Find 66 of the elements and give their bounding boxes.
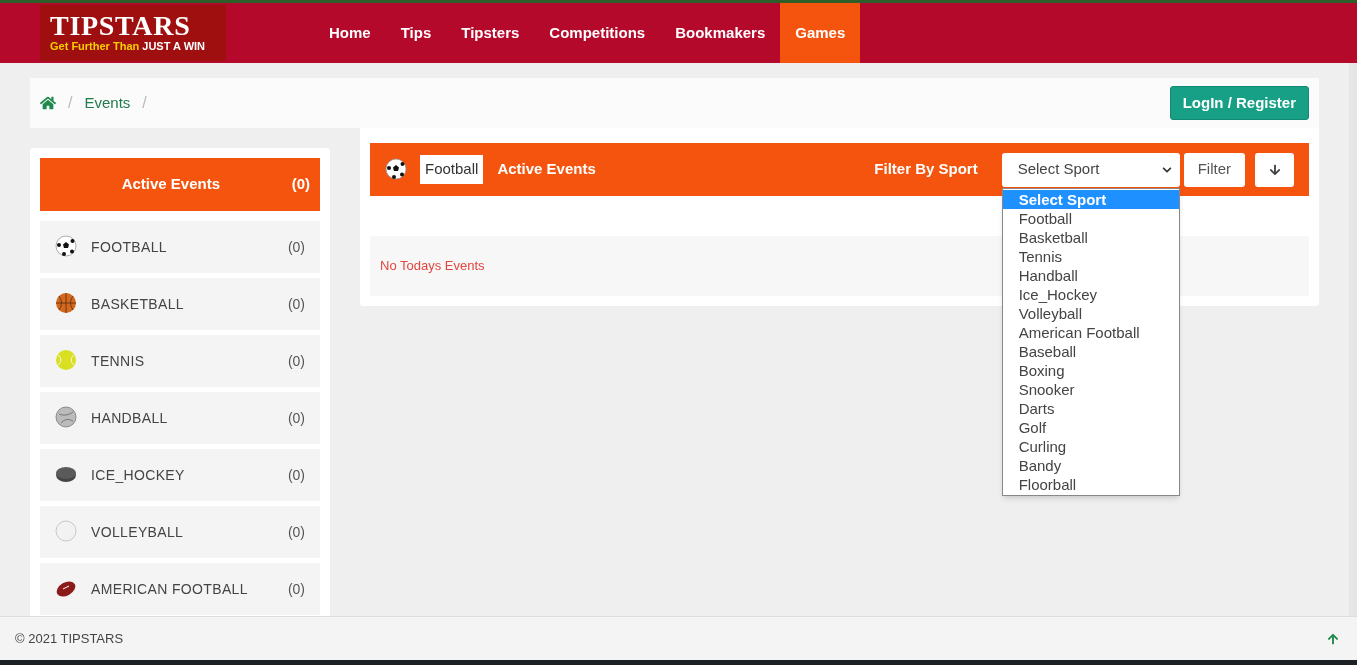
- sport-name: HANDBALL: [91, 408, 169, 428]
- header-count: (0): [291, 174, 310, 195]
- nav-link[interactable]: Tips: [385, 3, 447, 63]
- nav-link[interactable]: Competitions: [534, 3, 661, 63]
- sport-count: (0): [287, 465, 305, 485]
- breadcrumb-link[interactable]: Events: [84, 91, 131, 115]
- volleyball-icon: [55, 520, 79, 544]
- sport-name: AMERICAN FOOTBALL: [91, 579, 249, 599]
- nav-link[interactable]: Tipsters: [446, 3, 535, 63]
- dropdown-option[interactable]: Ice_Hockey: [1002, 284, 1179, 304]
- filter-button[interactable]: Filter: [1183, 152, 1245, 187]
- nav-link[interactable]: Home: [314, 3, 386, 63]
- sport-name: TENNIS: [91, 351, 146, 371]
- sport-list-item[interactable]: TENNIS (0): [40, 335, 320, 387]
- copyright-text: © 2021 TIPSTARS: [15, 629, 124, 648]
- sport-list-item[interactable]: HANDBALL (0): [40, 392, 320, 444]
- sport-list-item[interactable]: ICE_HOCKEY (0): [40, 449, 320, 501]
- sport-count: (0): [287, 351, 305, 371]
- sport-name: FOOTBALL: [91, 237, 168, 257]
- sport-select[interactable]: Select Sport: [1001, 152, 1180, 187]
- dropdown-option[interactable]: Tennis: [1002, 246, 1179, 266]
- sport-count: (0): [287, 408, 305, 428]
- logo[interactable]: TIPSTARS Get Further Than JUST A WIN: [40, 5, 226, 61]
- dropdown-option[interactable]: Handball: [1002, 265, 1179, 285]
- dropdown-option[interactable]: Darts: [1002, 398, 1179, 418]
- arrow-down-icon: [1268, 163, 1281, 176]
- scroll-to-top-icon[interactable]: [1327, 632, 1339, 645]
- sport-count: (0): [287, 522, 305, 542]
- download-button[interactable]: [1255, 152, 1294, 187]
- tennis-ball-icon: [55, 349, 79, 373]
- dropdown-option[interactable]: Boxing: [1002, 360, 1179, 380]
- sport-name: BASKETBALL: [91, 294, 185, 314]
- sport-list-item[interactable]: AMERICAN FOOTBALL (0): [40, 563, 320, 615]
- soccer-ball-icon: [385, 157, 409, 182]
- dropdown-option[interactable]: Curling: [1002, 436, 1179, 456]
- dropdown-option[interactable]: Basketball: [1002, 227, 1179, 247]
- dropdown-option[interactable]: Snooker: [1002, 379, 1179, 399]
- header-title: Active Events: [120, 174, 221, 195]
- nav-link[interactable]: Bookmakers: [660, 3, 781, 63]
- sport-count: (0): [287, 579, 305, 599]
- empty-message: No Todays Events: [380, 257, 485, 276]
- sport-name: ICE_HOCKEY: [91, 465, 186, 485]
- soccer-ball-icon: [55, 235, 79, 259]
- dropdown-option[interactable]: Floorball: [1002, 474, 1179, 494]
- dropdown-option[interactable]: Football: [1002, 208, 1179, 228]
- sport-name: VOLLEYBALL: [91, 522, 185, 542]
- home-icon[interactable]: [40, 95, 56, 111]
- sport-count: (0): [287, 237, 305, 257]
- sport-list-item[interactable]: FOOTBALL (0): [40, 221, 320, 273]
- dropdown-option[interactable]: Volleyball: [1002, 303, 1179, 323]
- filter-label: Filter By Sport: [874, 159, 978, 180]
- scrollbar[interactable]: [1349, 63, 1357, 616]
- basketball-icon: [55, 292, 79, 316]
- dropdown-option[interactable]: American Football: [1002, 322, 1179, 342]
- dropdown-option[interactable]: Bandy: [1002, 455, 1179, 475]
- dropdown-option[interactable]: Golf: [1002, 417, 1179, 437]
- handball-icon: [55, 406, 79, 430]
- sport-list-item[interactable]: VOLLEYBALL (0): [40, 506, 320, 558]
- chevron-down-icon: [1161, 164, 1172, 175]
- breadcrumb-separator: /: [68, 93, 73, 113]
- sport-tag: Football: [420, 155, 484, 184]
- dropdown-option[interactable]: Baseball: [1002, 341, 1179, 361]
- sport-count: (0): [287, 294, 305, 314]
- breadcrumb-separator: /: [142, 93, 147, 113]
- panel-title: Active Events: [497, 159, 596, 180]
- sport-list-item[interactable]: BASKETBALL (0): [40, 278, 320, 330]
